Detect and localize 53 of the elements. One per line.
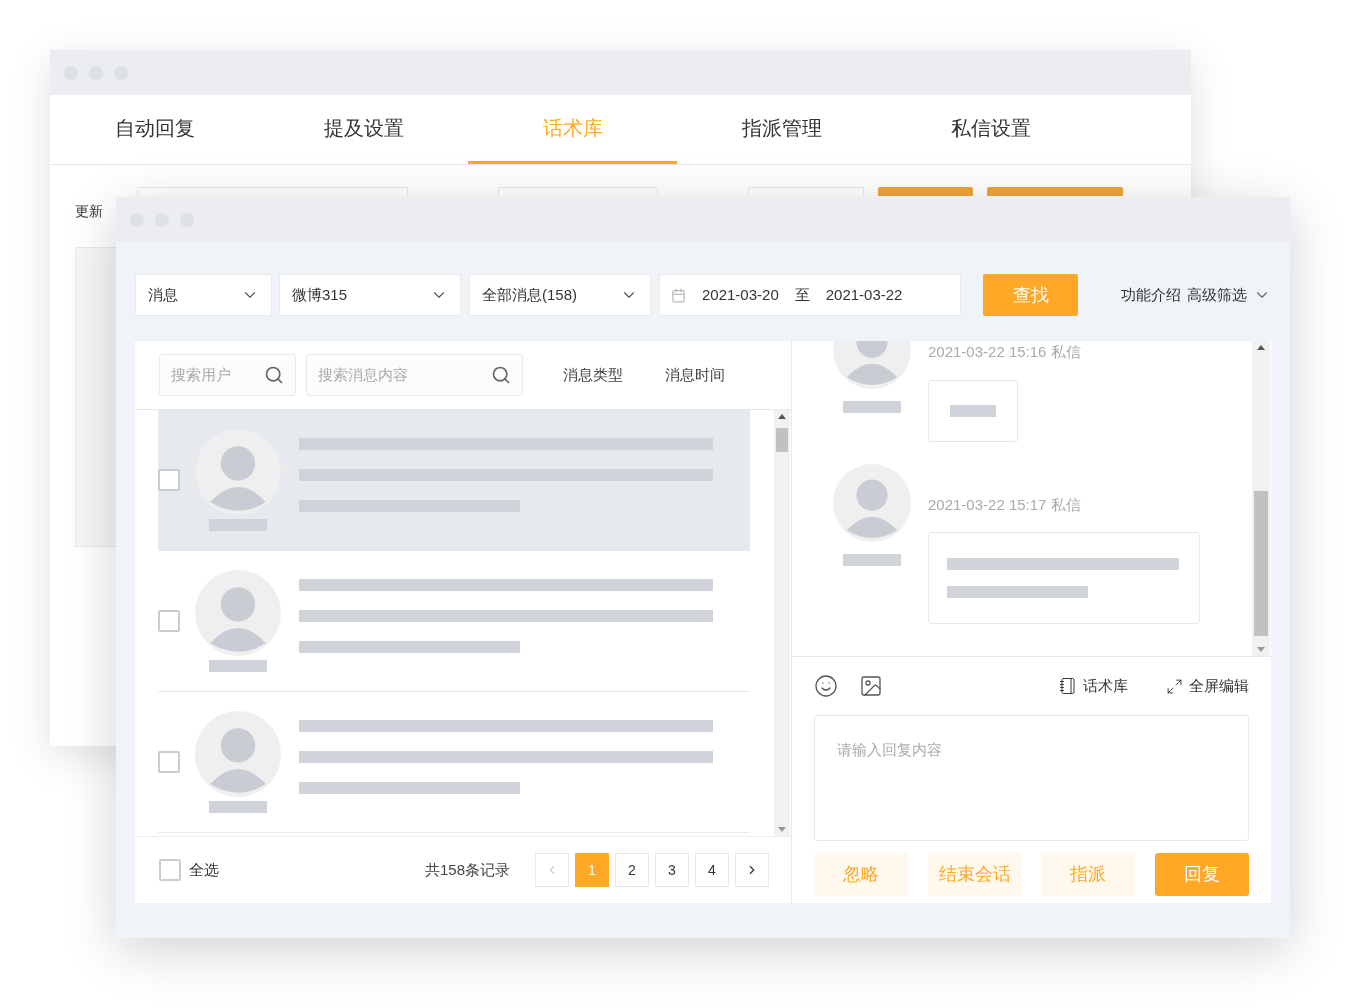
fullscreen-icon — [1166, 677, 1183, 695]
scroll-up-arrow-icon[interactable] — [778, 414, 786, 419]
column-header[interactable]: 消息时间 — [665, 363, 725, 387]
checkbox[interactable] — [159, 859, 181, 881]
action-button[interactable] — [987, 187, 1123, 196]
tab[interactable]: 提及设置 — [259, 95, 468, 164]
search-icon — [264, 365, 284, 385]
tab[interactable]: 自动回复 — [50, 95, 259, 164]
scroll-down-arrow-icon[interactable] — [778, 827, 786, 832]
scrollbar[interactable] — [1252, 341, 1270, 656]
text-placeholder-bar — [843, 401, 901, 413]
dropdown-select[interactable]: 全部消息(158) — [469, 274, 651, 316]
input-field[interactable] — [498, 187, 658, 196]
text-placeholder-bar — [209, 801, 267, 813]
checkbox[interactable] — [158, 751, 180, 773]
link[interactable]: 高级筛选 — [1187, 283, 1247, 307]
dropdown-select[interactable]: 微博315 — [279, 274, 461, 316]
toolbar-button[interactable]: 话术库 — [1059, 674, 1128, 698]
toolbar-button[interactable]: 全屏编辑 — [1166, 674, 1249, 698]
emoji-icon[interactable] — [814, 674, 838, 698]
page-button[interactable]: 4 — [695, 853, 729, 887]
message-timestamp: 2021-03-22 15:17 私信 — [928, 494, 1082, 515]
record-count: 共158条记录 — [425, 859, 511, 880]
filter-label: 更新 — [75, 202, 103, 221]
checkbox[interactable] — [158, 610, 180, 632]
search-icon — [491, 365, 511, 385]
scrollbar-thumb[interactable] — [1254, 491, 1268, 636]
tab[interactable]: 指派管理 — [677, 95, 886, 164]
link[interactable]: 功能介绍 — [1121, 283, 1181, 307]
tab[interactable]: 私信设置 — [886, 95, 1095, 164]
message-row[interactable] — [158, 410, 750, 551]
page-button[interactable]: 2 — [615, 853, 649, 887]
action-button[interactable] — [878, 187, 973, 196]
text-placeholder-bar — [843, 553, 901, 566]
scroll-up-arrow-icon[interactable] — [1257, 345, 1265, 350]
scrollbar-thumb[interactable] — [776, 428, 788, 452]
scroll-down-arrow-icon[interactable] — [1257, 647, 1265, 652]
message-timestamp: 2021-03-22 15:16 私信 — [928, 342, 1081, 362]
page-button[interactable]: 3 — [655, 853, 689, 887]
scrollbar[interactable] — [774, 410, 790, 836]
select-all-label[interactable]: 全选 — [189, 858, 219, 882]
calendar-icon — [671, 287, 686, 303]
next-page-button[interactable] — [735, 853, 769, 887]
text-placeholder-bar — [209, 660, 267, 672]
checkbox[interactable] — [158, 469, 180, 491]
input-field[interactable] — [748, 187, 864, 196]
text-placeholder-bar — [950, 404, 996, 417]
image-icon[interactable] — [859, 674, 883, 698]
dropdown-select[interactable]: 消息 — [135, 274, 272, 316]
notebook-icon — [1059, 677, 1077, 695]
input-field[interactable] — [137, 187, 408, 196]
date-range-field[interactable]: 2021-03-20 至 2021-03-22 — [659, 274, 961, 316]
column-header[interactable]: 消息类型 — [563, 363, 623, 387]
